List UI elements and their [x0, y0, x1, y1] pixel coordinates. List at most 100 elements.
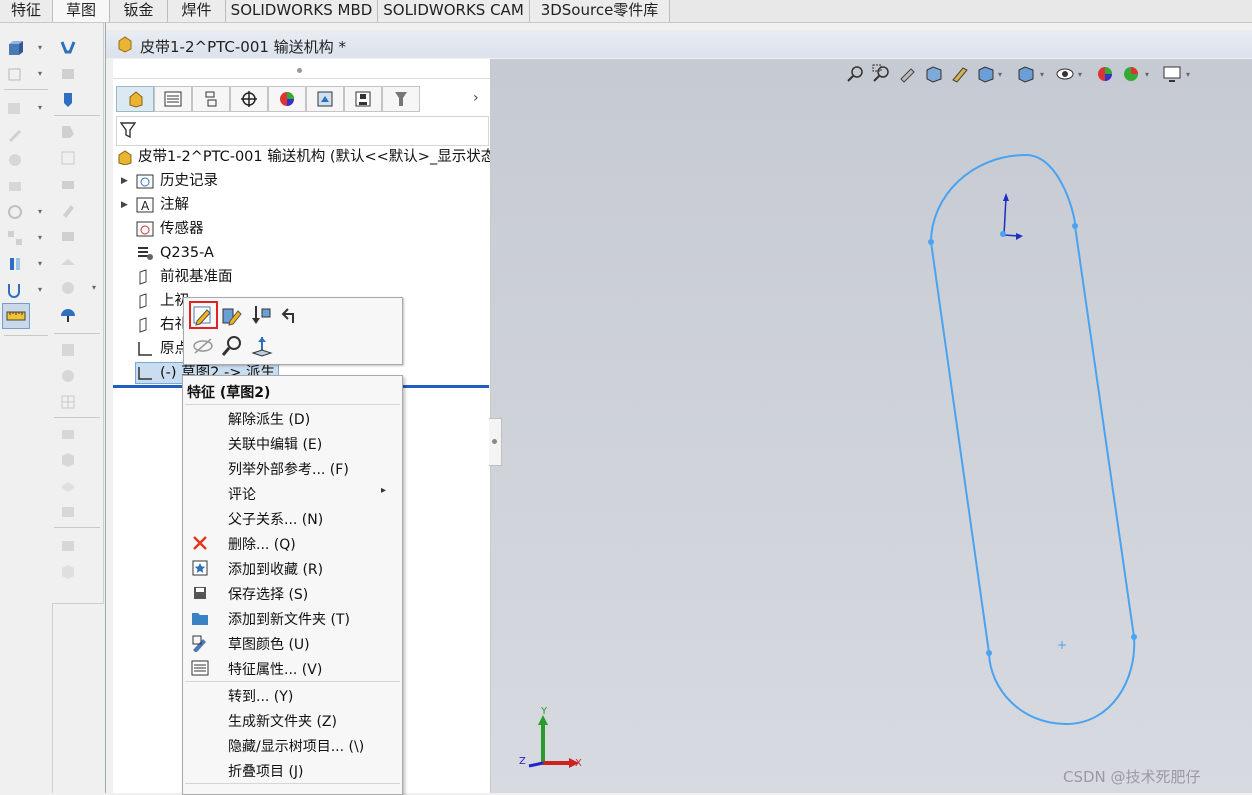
- tree-root-part[interactable]: 皮带1-2^PTC-001 输送机构 (默认<<默认>_显示状态: [116, 146, 490, 168]
- z-axis-label: Z: [519, 756, 526, 767]
- extend-entities-icon[interactable]: [59, 65, 77, 83]
- menu-item-parent-child[interactable]: 父子关系... (N): [183, 506, 402, 530]
- rapid-sketch-icon[interactable]: [59, 393, 77, 411]
- expand-arrow-icon[interactable]: ▶: [121, 170, 128, 192]
- copy-entities-icon[interactable]: [59, 149, 77, 167]
- sketch-on-plane-icon[interactable]: [59, 503, 77, 521]
- normal-to-icon[interactable]: [250, 334, 274, 358]
- convert-entities-icon[interactable]: [6, 281, 24, 299]
- tab-3dsource-library[interactable]: 3DSource零件库: [530, 0, 670, 22]
- polygon-icon[interactable]: [6, 203, 24, 221]
- sketch-icon[interactable]: [6, 39, 24, 57]
- section-view-icon[interactable]: [924, 64, 944, 84]
- edit-feature-icon[interactable]: [220, 303, 244, 327]
- repair-sketch-icon[interactable]: [59, 341, 77, 359]
- menu-item-dissolve-derived[interactable]: 解除派生 (D): [183, 406, 402, 430]
- return-icon[interactable]: [280, 303, 304, 327]
- chevron-down-icon[interactable]: ▾: [1040, 70, 1044, 79]
- menu-item-feature-properties[interactable]: 特征属性... (V): [183, 656, 402, 680]
- menu-item-edit-in-context[interactable]: 关联中编辑 (E): [183, 431, 402, 455]
- linear-pattern-icon[interactable]: [59, 253, 77, 271]
- chevron-down-icon[interactable]: ▾: [1078, 70, 1082, 79]
- sketch-picture-icon[interactable]: [59, 425, 77, 443]
- hide-icon[interactable]: [191, 334, 215, 358]
- splitter-handle[interactable]: [297, 68, 302, 73]
- rotate-entities-icon[interactable]: [59, 175, 77, 193]
- tab-solidworks-cam[interactable]: SOLIDWORKS CAM: [378, 0, 530, 22]
- tab-toolpath[interactable]: [344, 86, 382, 112]
- sketch-toolbar-primary: ▾ ▾ ▾ ▾ ▾ ▾ ▾: [0, 23, 53, 793]
- dynamic-annotation-icon[interactable]: [950, 64, 970, 84]
- move-entities-icon[interactable]: [59, 123, 77, 141]
- rollback-icon[interactable]: [250, 303, 274, 327]
- previous-view-icon[interactable]: [898, 64, 918, 84]
- menu-item-comment[interactable]: 评论 ▸: [183, 481, 402, 505]
- tab-sketch[interactable]: 草图: [53, 0, 110, 22]
- spline-icon[interactable]: [6, 229, 24, 247]
- menu-item-label: 生成新文件夹 (Z): [228, 714, 337, 730]
- chevron-right-icon[interactable]: ›: [473, 90, 479, 106]
- graphics-area[interactable]: [491, 59, 1252, 793]
- offset-entities-icon[interactable]: [59, 91, 77, 109]
- tab-features[interactable]: 特征: [0, 0, 53, 22]
- menu-item-delete[interactable]: 删除... (Q): [183, 531, 402, 555]
- smart-dimension-icon[interactable]: [6, 65, 24, 83]
- quick-snaps-icon[interactable]: [59, 367, 77, 385]
- menu-item-collapse-items[interactable]: 折叠项目 (J): [183, 758, 402, 782]
- tree-item-label: 传感器: [160, 221, 204, 237]
- display-style-icon[interactable]: [1016, 64, 1036, 84]
- hide-show-items-icon[interactable]: [1055, 64, 1075, 84]
- tab-display-manager[interactable]: [268, 86, 306, 112]
- menu-item-hide-show-tree-items[interactable]: 隐藏/显示树项目... (\): [183, 733, 402, 757]
- expand-arrow-icon[interactable]: ▶: [121, 194, 128, 216]
- block-icon[interactable]: [59, 537, 77, 555]
- tab-property-manager[interactable]: [154, 86, 192, 112]
- tab-tool-library[interactable]: [382, 86, 420, 112]
- rectangle-icon[interactable]: [6, 125, 24, 143]
- trim-entities-icon[interactable]: [59, 39, 77, 57]
- chevron-down-icon[interactable]: ▾: [998, 70, 1002, 79]
- umbrella-tool-icon[interactable]: [59, 307, 77, 325]
- instant2d-button[interactable]: [2, 303, 30, 329]
- panel-collapse-handle[interactable]: [489, 418, 502, 466]
- scale-entities-icon[interactable]: [59, 201, 77, 219]
- line-icon[interactable]: [6, 99, 24, 117]
- menu-item-save-selection[interactable]: 保存选择 (S): [183, 581, 402, 605]
- mirror-icon[interactable]: [6, 255, 24, 273]
- zoom-to-area-icon[interactable]: [872, 64, 892, 84]
- apply-scene-icon[interactable]: [1121, 64, 1141, 84]
- menu-item-add-to-favorites[interactable]: 添加到收藏 (R): [183, 556, 402, 580]
- tab-weldments[interactable]: 焊件: [168, 0, 226, 22]
- zoom-to-selection-icon[interactable]: [220, 334, 244, 358]
- arc-icon[interactable]: [6, 177, 24, 195]
- mirror-sketch-icon[interactable]: [59, 563, 77, 581]
- menu-item-create-new-folder[interactable]: 生成新文件夹 (Z): [183, 708, 402, 732]
- tab-feature-tree[interactable]: [116, 86, 154, 112]
- zoom-to-fit-icon[interactable]: [846, 64, 866, 84]
- menu-item-label: 添加到新文件夹 (T): [228, 612, 350, 628]
- tab-configuration-manager[interactable]: [192, 86, 230, 112]
- 3d-sketch-icon[interactable]: [59, 477, 77, 495]
- menu-item-sketch-color[interactable]: 草图颜色 (U): [183, 631, 402, 655]
- appearance-icon: [280, 92, 294, 106]
- tab-dimxpert[interactable]: [230, 86, 268, 112]
- circle-icon[interactable]: [6, 151, 24, 169]
- menu-item-goto[interactable]: 转到... (Y): [183, 683, 402, 707]
- tab-cam-manager[interactable]: [306, 86, 344, 112]
- tree-filter-bar[interactable]: [116, 116, 489, 146]
- edit-sketch-icon[interactable]: [191, 303, 215, 327]
- edit-appearance-icon[interactable]: [1095, 64, 1115, 84]
- menu-item-add-to-new-folder[interactable]: 添加到新文件夹 (T): [183, 606, 402, 630]
- view-settings-icon[interactable]: [1162, 64, 1182, 84]
- chevron-down-icon[interactable]: ▾: [1186, 70, 1190, 79]
- menu-item-list-external-refs[interactable]: 列举外部参考... (F): [183, 456, 402, 480]
- tab-solidworks-mbd[interactable]: SOLIDWORKS MBD: [226, 0, 378, 22]
- stretch-entities-icon[interactable]: [59, 227, 77, 245]
- circular-pattern-icon[interactable]: [59, 279, 77, 297]
- view-orientation-icon[interactable]: [976, 64, 996, 84]
- chevron-down-icon[interactable]: ▾: [1145, 70, 1149, 79]
- tree-item-label: 注解: [160, 197, 189, 213]
- shaded-sketch-icon[interactable]: [59, 451, 77, 469]
- tab-sheet-metal[interactable]: 钣金: [110, 0, 168, 22]
- sketch-toolbar-secondary: ▾: [52, 23, 104, 604]
